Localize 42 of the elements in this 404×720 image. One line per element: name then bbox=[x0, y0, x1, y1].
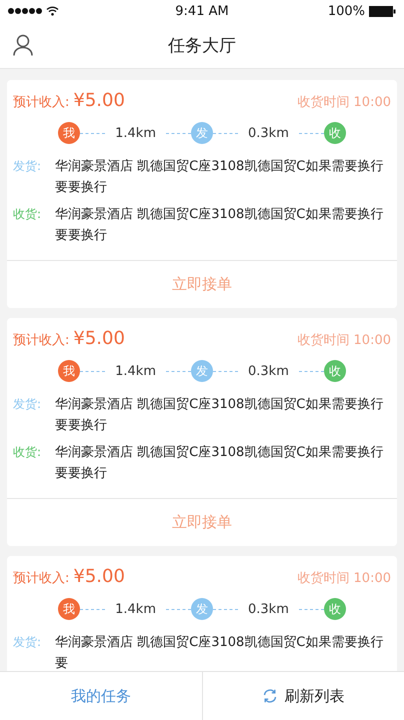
receive-marker: 收 bbox=[324, 122, 346, 144]
distance-text: 0.3km bbox=[248, 602, 289, 616]
distance-text: 1.4km bbox=[115, 602, 156, 616]
address-label: 收货: bbox=[13, 444, 42, 461]
signal-icon bbox=[8, 8, 42, 14]
status-time: 9:41 AM bbox=[175, 4, 229, 18]
ship-marker: 发 bbox=[191, 122, 213, 144]
user-icon[interactable] bbox=[13, 34, 33, 56]
address-text: 华润豪景酒店 凯德国贸C座3108凯德国贸C如果需要换行要要换行 bbox=[55, 206, 384, 245]
income-label: 预计收入: bbox=[13, 95, 70, 110]
distance-text: 1.4km bbox=[115, 126, 156, 140]
address-label: 发货: bbox=[13, 634, 42, 651]
distance-text: 1.4km bbox=[115, 364, 156, 378]
address-text: 华润豪景酒店 凯德国贸C座3108凯德国贸C如果需要换行要要换行 bbox=[55, 158, 384, 197]
income-label: 预计收入: bbox=[13, 333, 70, 348]
battery-percent: 100% bbox=[328, 4, 365, 18]
ship-marker: 发 bbox=[191, 598, 213, 620]
income-amount: ¥5.00 bbox=[73, 328, 125, 349]
receive-marker: 收 bbox=[324, 598, 346, 620]
address-text: 华润豪景酒店 凯德国贸C座3108凯德国贸C如果需要换行要 bbox=[55, 634, 384, 671]
battery-icon bbox=[369, 6, 396, 16]
wifi-icon bbox=[46, 6, 59, 16]
page-title: 任务大厅 bbox=[168, 34, 236, 56]
me-marker: 我 bbox=[58, 122, 80, 144]
address-label: 发货: bbox=[13, 396, 42, 413]
me-marker: 我 bbox=[58, 598, 80, 620]
receive-marker: 收 bbox=[324, 360, 346, 382]
address-label: 收货: bbox=[13, 206, 42, 223]
delivery-time: 收货时间 10:00 bbox=[297, 332, 391, 349]
address-label: 发货: bbox=[13, 158, 42, 175]
delivery-time: 收货时间 10:00 bbox=[297, 94, 391, 111]
refresh-icon bbox=[262, 688, 278, 704]
income-amount: ¥5.00 bbox=[73, 90, 125, 111]
ship-marker: 发 bbox=[191, 360, 213, 382]
me-marker: 我 bbox=[58, 360, 80, 382]
income-label: 预计收入: bbox=[13, 571, 70, 586]
address-text: 华润豪景酒店 凯德国贸C座3108凯德国贸C如果需要换行要要换行 bbox=[55, 396, 384, 435]
distance-text: 0.3km bbox=[248, 126, 289, 140]
income-amount: ¥5.00 bbox=[73, 566, 125, 587]
address-text: 华润豪景酒店 凯德国贸C座3108凯德国贸C如果需要换行要要换行 bbox=[55, 444, 384, 483]
delivery-time: 收货时间 10:00 bbox=[297, 570, 391, 587]
distance-text: 0.3km bbox=[248, 364, 289, 378]
